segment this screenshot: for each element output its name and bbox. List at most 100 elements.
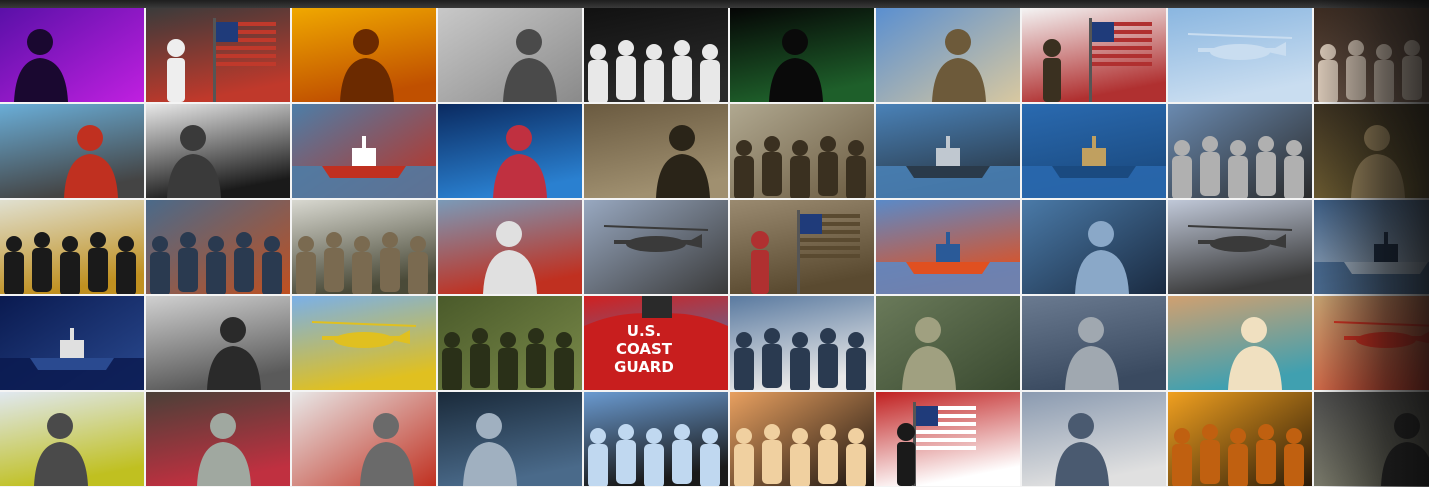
photo-image <box>292 200 436 294</box>
top-header-bar <box>0 0 1429 8</box>
photo-image <box>730 104 874 198</box>
photo-image <box>292 392 436 486</box>
photo-tile-marine-binoculars[interactable] <box>1314 104 1429 198</box>
photo-image <box>876 200 1020 294</box>
photo-tile-soldiers-american-flag[interactable] <box>1022 8 1166 102</box>
photo-image <box>438 104 582 198</box>
photo-image <box>584 8 728 102</box>
photo-tile-soldiers-training[interactable] <box>292 200 436 294</box>
photo-image <box>1022 104 1166 198</box>
photo-image <box>1314 104 1429 198</box>
jacket-text-3: GUARD <box>614 358 674 376</box>
photo-image <box>1022 200 1166 294</box>
photo-image <box>1168 104 1312 198</box>
photo-tile-soldier-in-doorway[interactable] <box>584 104 728 198</box>
photo-tile-coast-guard-cutter[interactable] <box>876 200 1020 294</box>
photo-image <box>0 392 144 486</box>
photo-image <box>1022 8 1166 102</box>
photo-tile-soldier-goggles[interactable] <box>876 8 1020 102</box>
photo-image <box>146 392 290 486</box>
photo-image <box>1168 392 1312 486</box>
photo-image <box>1168 200 1312 294</box>
photo-tile-mechanic-repair[interactable] <box>292 392 436 486</box>
photo-tile-soldiers-jungle[interactable] <box>438 296 582 390</box>
photo-tile-sunset-silhouettes[interactable] <box>730 392 874 486</box>
photo-image <box>876 8 1020 102</box>
photo-image <box>876 296 1020 390</box>
photo-image <box>1314 392 1429 486</box>
photo-tile-soldier-helmet-portrait[interactable] <box>876 296 1020 390</box>
photo-image <box>0 104 144 198</box>
photo-tile-paratroopers-jump[interactable] <box>584 392 728 486</box>
photo-image <box>0 8 144 102</box>
photo-image <box>584 104 728 198</box>
photo-image <box>584 392 728 486</box>
photo-image <box>292 296 436 390</box>
photo-tile-sailors-dress-whites[interactable] <box>730 296 874 390</box>
photo-image <box>438 200 582 294</box>
photo-tile-golden-sunset-crew[interactable] <box>1168 392 1312 486</box>
photo-image <box>1314 296 1429 390</box>
photo-image <box>1314 8 1429 102</box>
photo-image: U.S.COASTGUARD <box>584 296 728 390</box>
photo-tile-ship-in-storm[interactable] <box>0 296 144 390</box>
photo-image <box>146 104 290 198</box>
photo-image <box>438 296 582 390</box>
photo-tile-soldier-saluting[interactable] <box>1022 296 1166 390</box>
photo-image <box>1022 392 1166 486</box>
photo-tile-flag-silhouette[interactable] <box>876 392 1020 486</box>
photo-image <box>146 296 290 390</box>
photo-tile-binoculars-lookout[interactable] <box>146 104 290 198</box>
photo-tile-apache-helicopter[interactable] <box>1168 200 1312 294</box>
photo-tile-flight-deck-helicopter[interactable] <box>292 296 436 390</box>
photo-image <box>438 392 582 486</box>
photo-tile-soldier-flag-horizon[interactable] <box>730 200 874 294</box>
photo-tile-coast-guard-boat[interactable] <box>292 104 436 198</box>
photo-tile-sailors-carrier[interactable] <box>1168 104 1312 198</box>
photo-image <box>292 8 436 102</box>
photo-tile-deck-crew-rescue[interactable] <box>146 200 290 294</box>
photo-tile-medical-team[interactable] <box>1314 8 1429 102</box>
photo-tile-pilot-in-cockpit[interactable] <box>438 392 582 486</box>
photo-tile-sailors-pier[interactable] <box>876 104 1020 198</box>
photo-image <box>1168 8 1312 102</box>
photo-image <box>584 200 728 294</box>
photo-image <box>146 8 290 102</box>
photo-tile-welder-sparks[interactable] <box>292 8 436 102</box>
photo-tile-soldier-night-radio[interactable] <box>730 8 874 102</box>
photo-mosaic-grid: U.S. COAST GUARD <box>0 8 1429 487</box>
photo-image <box>730 200 874 294</box>
photo-image <box>1314 200 1429 294</box>
photo-tile-cockpit-blue-lights[interactable] <box>438 104 582 198</box>
photo-image <box>0 296 144 390</box>
photo-tile-marine-band-parade[interactable] <box>0 200 144 294</box>
photo-tile-color-guard-flags[interactable] <box>146 8 290 102</box>
photo-tile-coast-guard-jacket[interactable]: U.S. COAST GUARD <box>584 296 728 390</box>
photo-image <box>876 392 1020 486</box>
photo-tile-elder-with-sailors[interactable] <box>1022 392 1166 486</box>
photo-tile-medic-with-child[interactable] <box>1168 296 1312 390</box>
photo-tile-rigid-inflatable-boat[interactable] <box>1022 104 1166 198</box>
photo-image <box>730 8 874 102</box>
photo-image <box>876 104 1020 198</box>
photo-tile-rescue-swimmer-deck[interactable] <box>438 200 582 294</box>
photo-image <box>730 296 874 390</box>
photo-tile-red-helicopter-desert[interactable] <box>1314 296 1429 390</box>
photo-tile-honor-guard-night[interactable] <box>584 8 728 102</box>
photo-image <box>730 392 874 486</box>
photo-tile-navy-ships-formation[interactable] <box>1314 200 1429 294</box>
photo-tile-dancer-neon-stage[interactable] <box>0 8 144 102</box>
photo-tile-sailor-binoculars-sea[interactable] <box>1022 200 1166 294</box>
photo-tile-camera-operator[interactable] <box>146 296 290 390</box>
photo-tile-sailor-ship-deck[interactable] <box>0 104 144 198</box>
photo-tile-helicopter-hoist[interactable] <box>584 200 728 294</box>
photo-tile-troops-helicopter[interactable] <box>730 104 874 198</box>
photo-tile-osprey-aircraft[interactable] <box>1168 8 1312 102</box>
photo-tile-medic-in-ambulance[interactable] <box>146 392 290 486</box>
photo-tile-sailor-yellow-vest[interactable] <box>0 392 144 486</box>
photo-image <box>292 104 436 198</box>
photo-tile-soldier-gas-mask[interactable] <box>1314 392 1429 486</box>
photo-tile-airman-at-computer[interactable] <box>438 8 582 102</box>
photo-image <box>0 200 144 294</box>
photo-image <box>438 8 582 102</box>
